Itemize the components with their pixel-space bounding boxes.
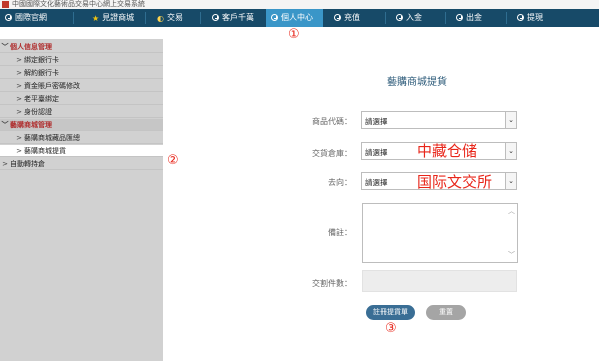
nav-divider [145,12,146,24]
reset-button[interactable]: 重置 [426,305,466,320]
globe-icon [396,14,403,21]
annotation-step-2: ② [167,153,179,168]
globe-icon [456,14,463,21]
remark-textarea[interactable]: ︿ ﹀ [362,203,518,263]
nav-item-deposit[interactable]: 入金 [396,9,422,27]
nav-item-mall[interactable]: ★ 見證商城 [92,9,134,27]
sidebar-item-mall-collection-summary[interactable]: > 藝購商城藏品匯總 [0,132,163,144]
count-input[interactable] [362,270,517,292]
globe-icon [271,14,278,21]
sidebar-item-bind-bank-card[interactable]: > 綁定銀行卡 [0,54,163,66]
chevron-down-icon: ⌄ [505,173,516,189]
chevron-down-icon: ﹀ [1,121,9,129]
nav-item-withdraw[interactable]: 出金 [456,9,482,27]
nav-item-recharge[interactable]: 充值 [334,9,360,27]
warehouse-value: 請選擇 [365,148,388,157]
sidebar-item-identity-verification[interactable]: > 身份認證 [0,106,163,118]
nav-divider [200,12,201,24]
sidebar-item-mall-pickup[interactable]: > 藝購商城提貨 [0,145,163,157]
chevron-right-icon: > [16,95,22,103]
chevron-down-icon: ﹀ [1,43,9,51]
chevron-right-icon: > [16,56,22,64]
star-icon: ★ [92,14,100,23]
sidebar-item-change-password[interactable]: > 資金賬戶密碼修改 [0,80,163,92]
globe-icon [517,14,524,21]
warehouse-label: 交貨倉庫： [312,149,352,158]
globe-icon [5,14,12,21]
annotation-step-3: ③ [385,321,397,336]
nav-item-trade[interactable]: ◐ 交易 [157,9,183,27]
chevron-down-icon: ⌄ [505,112,516,128]
nav-divider [445,12,446,24]
nav-item-personal-center[interactable]: 個人中心 [266,9,323,27]
nav-divider [73,12,74,24]
nav-divider [506,12,507,24]
trade-icon: ◐ [157,14,164,23]
sidebar-item-legacy-binding[interactable]: > 老平臺綁定 [0,93,163,105]
remark-label: 備註： [328,228,352,237]
nav-divider [385,12,386,24]
chevron-right-icon: > [16,108,22,116]
scroll-up-icon[interactable]: ︿ [508,206,515,216]
nav-item-cash-out[interactable]: 提現 [517,9,543,27]
sidebar-group-personal-info[interactable]: ﹀ 個人信息管理 [0,41,163,53]
chevron-right-icon: > [16,69,22,77]
sidebar-item-unbind-bank-card[interactable]: > 解約銀行卡 [0,67,163,79]
annotation-step-1: ① [288,27,300,42]
page-title: 藝購商城提貨 [387,77,447,88]
destination-label: 去向： [328,178,352,187]
annotation-warehouse-note: 中藏仓储 [417,142,478,160]
nav-item-clients[interactable]: 客戶千萬 [212,9,254,27]
chevron-right-icon: > [2,160,8,168]
nav-item-official-site[interactable]: 國際官網 [5,9,47,27]
product-code-value: 請選擇 [365,117,388,126]
scroll-down-icon[interactable]: ﹀ [508,250,515,260]
submit-pickup-button[interactable]: 註冊提貨單 [366,305,415,320]
chevron-right-icon: > [16,82,22,90]
product-code-label: 商品代碼： [312,117,352,126]
annotation-destination-note: 国际文交所 [417,173,493,191]
chevron-right-icon: > [16,134,22,142]
top-nav: 國際官網 ★ 見證商城 ◐ 交易 客戶千萬 個人中心 充值 入金 出金 提現 [0,9,599,27]
globe-icon [212,14,219,21]
chevron-right-icon: > [16,147,22,155]
sidebar-item-auto-position[interactable]: > 自動轉持倉 [0,158,163,170]
destination-value: 請選擇 [365,178,388,187]
sidebar: ﹀ 個人信息管理 > 綁定銀行卡 > 解約銀行卡 > 資金賬戶密碼修改 > 老平臺綁定 >… [0,39,163,361]
app-logo [2,1,9,8]
chevron-down-icon: ⌄ [505,143,516,159]
globe-icon [334,14,341,21]
product-code-select[interactable]: 請選擇 ⌄ [361,111,517,129]
sidebar-group-mall-management[interactable]: ﹀ 藝購商城管理 [0,119,163,131]
window-title: 中國國際文化藝術品交易中心網上交易系統 [12,0,145,8]
window-titlebar: 中國國際文化藝術品交易中心網上交易系統 [0,0,599,9]
count-label: 交割件數： [312,279,352,288]
